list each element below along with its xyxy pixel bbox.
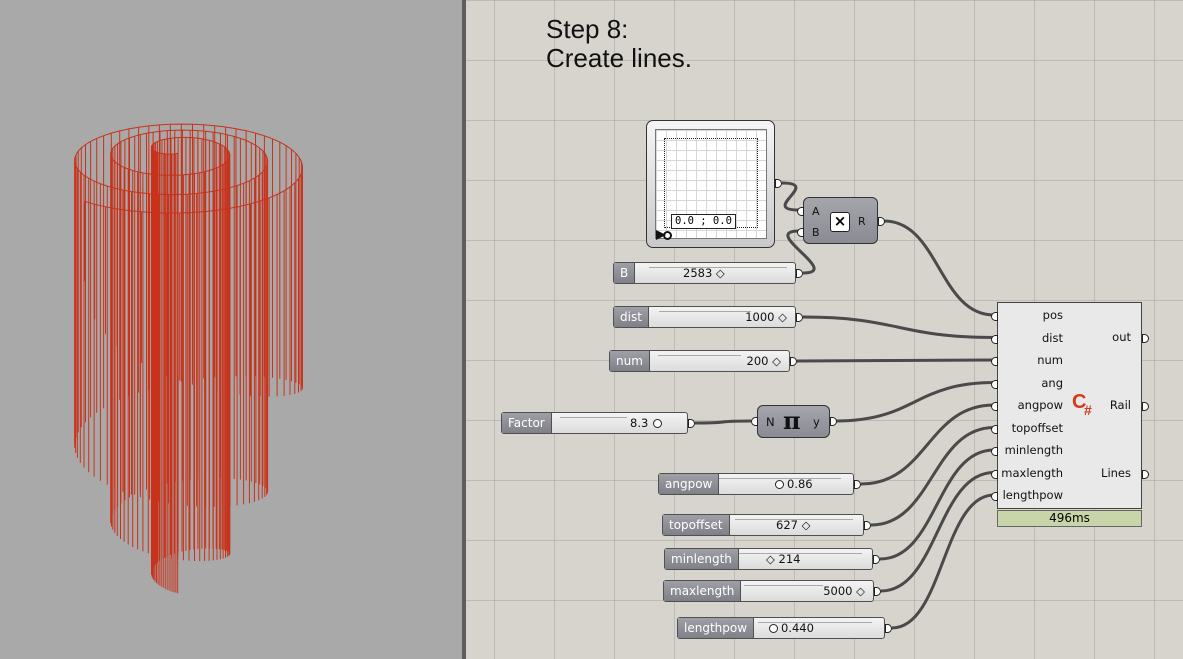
csharp-input-port-num[interactable] [991, 357, 998, 366]
slider-angpow[interactable]: angpow 0.86 [658, 473, 861, 495]
csharp-input-port-dist[interactable] [991, 334, 998, 344]
pi-output-y: y [813, 415, 820, 429]
graph-anchor-icon [656, 230, 666, 240]
grasshopper-canvas[interactable]: Step 8: Create lines. 0.0 ; 0.0 A B × R … [466, 0, 1183, 659]
csharp-output-rail: Rail [1109, 398, 1131, 412]
csharp-input-lengthpow: lengthpow [1002, 488, 1063, 502]
slider-dist[interactable]: dist 1000 ◇ [613, 306, 803, 328]
slider-maxlength[interactable]: maxlength 5000 ◇ [663, 580, 881, 602]
slider-factor-label: Factor [502, 413, 552, 433]
slider-angpow-grip[interactable] [775, 480, 784, 489]
wire-multiply-to-pos [883, 219, 995, 317]
wire-num [796, 358, 995, 363]
slider-lengthpow[interactable]: lengthpow 0.440 [677, 617, 892, 639]
graph-area[interactable]: 0.0 ; 0.0 [655, 129, 767, 240]
multiply-input-b-port[interactable] [797, 228, 804, 237]
csharp-input-port-lengthpow[interactable] [991, 492, 998, 501]
slider-num-label: num [610, 351, 650, 371]
slider-lengthpow-grip[interactable] [769, 624, 778, 633]
slider-factor-value[interactable]: 8.3 [630, 413, 648, 433]
wire-dist [802, 315, 995, 339]
multiply-input-b: B [812, 226, 820, 239]
step-subtitle: Create lines. [546, 43, 692, 73]
rhino-viewport[interactable] [0, 0, 462, 659]
slider-minlength[interactable]: minlength ◇ 214 [664, 548, 880, 570]
slider-maxlength-value[interactable]: 5000 ◇ [823, 581, 865, 601]
wire-lengthpow [891, 493, 995, 630]
slider-angpow-value[interactable]: 0.86 [787, 474, 813, 494]
pi-icon: π [783, 406, 801, 435]
slider-num-value[interactable]: 200 ◇ [747, 351, 781, 371]
csharp-input-topoffset: topoffset [1011, 420, 1063, 435]
csharp-input-port-pos[interactable] [991, 312, 998, 321]
wire-graph-to-multiply [781, 181, 800, 212]
slider-dist-label: dist [614, 307, 649, 327]
slider-b[interactable]: B 2583 ◇ [613, 262, 803, 284]
multiply-component[interactable]: A B × R [797, 197, 885, 244]
step-title: Step 8: [546, 14, 629, 44]
pi-component[interactable]: N π y [751, 405, 837, 438]
csharp-input-pos: pos [1042, 308, 1063, 322]
slider-minlength-value[interactable]: ◇ 214 [766, 549, 800, 569]
slider-b-value[interactable]: 2583 ◇ [683, 263, 725, 283]
graph-readout: 0.0 ; 0.0 [671, 214, 736, 229]
csharp-input-port-topoffset[interactable] [991, 424, 998, 434]
pi-input-port[interactable] [751, 417, 758, 426]
csharp-input-port-minlength[interactable] [991, 447, 998, 456]
wire-minlength [879, 448, 995, 561]
csharp-input-port-ang[interactable] [991, 379, 998, 389]
slider-dist-value[interactable]: 1000 ◇ [745, 307, 787, 327]
slider-angpow-label: angpow [659, 474, 720, 494]
csharp-output-out: out [1112, 330, 1131, 344]
multiply-output: R [858, 215, 866, 228]
multiply-icon: × [830, 212, 850, 232]
csharp-input-dist: dist [1042, 330, 1063, 345]
csharp-input-angpow: angpow [1017, 398, 1063, 412]
csharp-input-num: num [1037, 353, 1063, 367]
csharp-input-port-maxlength[interactable] [991, 469, 998, 479]
csharp-input-ang: ang [1041, 375, 1063, 390]
wire-pi-to-ang [835, 381, 995, 423]
slider-factor[interactable]: Factor 8.3 [501, 412, 695, 434]
wire-factor-to-pi [694, 419, 752, 425]
slider-maxlength-label: maxlength [664, 581, 742, 601]
slider-factor-grip[interactable] [653, 419, 662, 428]
slider-num[interactable]: num 200 ◇ [609, 350, 797, 372]
csharp-timer: 496ms [997, 510, 1142, 527]
graph-mapper[interactable]: 0.0 ; 0.0 [646, 120, 782, 248]
slider-topoffset[interactable]: topoffset 627 ◇ [662, 514, 871, 536]
slider-minlength-label: minlength [665, 549, 739, 569]
slider-topoffset-label: topoffset [663, 515, 730, 535]
slider-lengthpow-value[interactable]: 0.440 [781, 618, 814, 638]
multiply-input-a-port[interactable] [797, 207, 804, 216]
slider-topoffset-value[interactable]: 627 ◇ [776, 515, 810, 535]
multiply-input-a: A [812, 205, 820, 218]
slider-lengthpow-label: lengthpow [678, 618, 755, 638]
csharp-output-lines: Lines [1101, 466, 1131, 480]
csharp-input-maxlength: maxlength [1001, 465, 1063, 480]
csharp-input-port-angpow[interactable] [991, 402, 998, 411]
spiral-lines-geometry [74, 123, 303, 594]
slider-b-label: B [614, 263, 636, 283]
csharp-script-component[interactable]: pos dist num ang angpow topoffset minlength max… [991, 302, 1149, 509]
pi-input-n: N [766, 415, 775, 429]
csharp-icon: C # [1072, 391, 1092, 418]
csharp-input-minlength: minlength [1004, 443, 1063, 457]
